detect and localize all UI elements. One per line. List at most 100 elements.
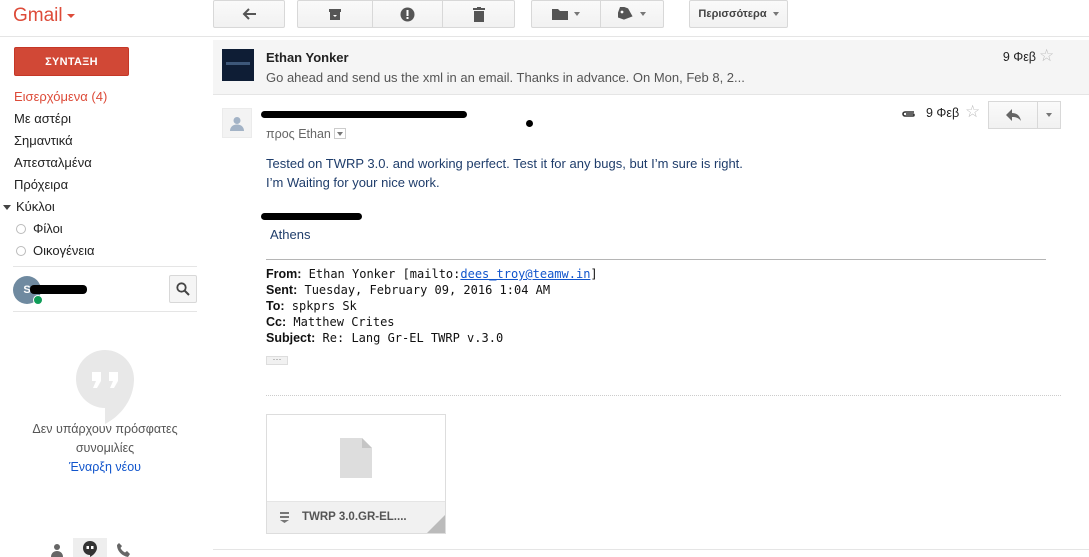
gmail-logo-text: Gmail xyxy=(13,5,63,26)
tab-phone[interactable] xyxy=(107,538,140,557)
reply-button-group xyxy=(988,101,1061,129)
archive-icon xyxy=(329,8,341,20)
hangouts-bubble-icon xyxy=(74,348,136,424)
more-button[interactable]: Περισσότερα xyxy=(689,0,788,28)
compose-button[interactable]: ΣΥΝΤΑΞΗ xyxy=(14,47,129,76)
person-icon xyxy=(50,544,63,557)
document-icon xyxy=(280,512,289,523)
label-icon xyxy=(618,7,633,20)
collapsed-snippet: Go ahead and send us the xml in an email… xyxy=(266,70,745,85)
quoted-to: To: spkprs Sk xyxy=(266,298,598,314)
back-to-inbox-button[interactable] xyxy=(213,0,285,28)
signature-city: Athens xyxy=(270,227,311,242)
from-email-link[interactable]: dees_troy@teamw.in xyxy=(460,267,590,281)
sidebar-item-starred[interactable]: Με αστέρι xyxy=(0,108,200,130)
hangouts-search-button[interactable] xyxy=(169,275,197,303)
file-icon xyxy=(340,438,372,478)
cc-label: Cc: xyxy=(266,315,287,329)
redaction-mark xyxy=(261,213,362,220)
attachment-divider xyxy=(266,395,1061,396)
from-label: From: xyxy=(266,267,302,281)
collapsed-message[interactable]: Ethan Yonker Go ahead and send us the xm… xyxy=(213,40,1089,95)
organize-button-group xyxy=(531,0,664,28)
back-arrow-icon xyxy=(242,8,256,20)
reply-icon xyxy=(1005,109,1021,121)
hangouts-empty-state: Δεν υπάρχουν πρόσφατες συνομιλίες Έναρξη… xyxy=(0,348,210,477)
redaction-mark xyxy=(261,111,467,118)
from-close: ] xyxy=(590,267,598,281)
sent-value: Tuesday, February 09, 2016 1:04 AM xyxy=(304,283,551,297)
sidebar-item-circles[interactable]: Κύκλοι xyxy=(0,196,200,218)
message-body: Tested on TWRP 3.0. and working perfect.… xyxy=(266,154,1066,192)
circles-label: Κύκλοι xyxy=(16,199,55,214)
quoted-from: From: Ethan Yonker [mailto:dees_troy@tea… xyxy=(266,266,598,282)
sidebar-nav: Εισερχόμενα (4) Με αστέρι Σημαντικά Απεσ… xyxy=(0,86,200,262)
show-trimmed-content-button[interactable]: ··· xyxy=(266,355,288,365)
redaction-mark xyxy=(526,120,533,127)
chevron-down-icon xyxy=(66,13,75,18)
sidebar-item-drafts[interactable]: Πρόχειρα xyxy=(0,174,200,196)
tab-contacts[interactable] xyxy=(40,538,73,557)
avatar-glow xyxy=(226,62,250,65)
attachment-preview xyxy=(267,415,445,501)
from-value: Ethan Yonker [mailto: xyxy=(308,267,461,281)
tab-hangouts[interactable] xyxy=(73,538,107,557)
gmail-logo[interactable]: Gmail xyxy=(13,5,75,27)
quoted-cc: Cc: Matthew Crites xyxy=(266,314,598,330)
show-details-button[interactable] xyxy=(333,128,346,139)
message-date: 9 Φεβ xyxy=(926,106,960,120)
redaction-mark xyxy=(30,285,87,294)
folder-icon xyxy=(552,9,568,20)
reply-button[interactable] xyxy=(988,101,1038,129)
sidebar-item-family[interactable]: Οικογένεια xyxy=(0,240,200,262)
star-icon[interactable]: ☆ xyxy=(965,102,980,122)
recipient-line: προς Ethan xyxy=(266,127,346,141)
chevron-down-icon xyxy=(640,12,646,16)
star-icon[interactable]: ☆ xyxy=(1039,46,1054,66)
attachment-filename: TWRP 3.0.GR-EL.... xyxy=(302,511,407,523)
more-actions-button[interactable] xyxy=(1038,101,1061,129)
expand-triangle-icon xyxy=(3,204,11,210)
circle-icon xyxy=(16,224,26,234)
quoted-subject: Subject: Re: Lang Gr-EL TWRP v.3.0 xyxy=(266,330,598,346)
archive-button[interactable] xyxy=(297,0,373,28)
family-label: Οικογένεια xyxy=(33,243,95,258)
top-toolbar: Gmail Περισσότερα xyxy=(0,0,1089,37)
presence-dot xyxy=(33,295,43,305)
corner-fold xyxy=(427,515,445,533)
attachment-card[interactable]: TWRP 3.0.GR-EL.... xyxy=(266,414,446,534)
to-name: Ethan xyxy=(298,127,331,141)
quoted-header: From: Ethan Yonker [mailto:dees_troy@tea… xyxy=(266,266,598,346)
paperclip-icon xyxy=(901,107,917,122)
person-icon xyxy=(230,116,244,131)
bottom-divider xyxy=(213,549,1089,550)
sidebar-item-important[interactable]: Σημαντικά xyxy=(0,130,200,152)
sent-label: Sent: xyxy=(266,283,298,297)
move-to-button[interactable] xyxy=(531,0,601,28)
action-button-group xyxy=(297,0,515,28)
cc-value: Matthew Crites xyxy=(293,315,395,329)
labels-button[interactable] xyxy=(601,0,664,28)
sidebar-item-friends[interactable]: Φίλοι xyxy=(0,218,200,240)
body-line-2: I’m Waiting for your nice work. xyxy=(266,175,440,190)
hangouts-tabs xyxy=(40,538,140,557)
chevron-down-icon xyxy=(772,12,779,16)
quote-divider xyxy=(266,259,1046,260)
quoted-sent: Sent: Tuesday, February 09, 2016 1:04 AM xyxy=(266,282,598,298)
start-new-link[interactable]: Έναρξη νέου xyxy=(0,458,210,477)
more-label: Περισσότερα xyxy=(698,8,767,20)
to-label: To: xyxy=(266,299,285,313)
chevron-down-icon xyxy=(1046,113,1052,117)
sender-avatar xyxy=(222,49,254,81)
sidebar-item-sent[interactable]: Απεσταλμένα xyxy=(0,152,200,174)
hangouts-icon xyxy=(82,541,97,557)
subject-label: Subject: xyxy=(266,331,316,345)
chevron-down-icon xyxy=(574,12,580,16)
delete-button[interactable] xyxy=(443,0,515,28)
sidebar-item-inbox[interactable]: Εισερχόμενα (4) xyxy=(0,86,200,108)
phone-icon xyxy=(116,543,130,557)
hangouts-user-row: S xyxy=(13,266,197,312)
spam-icon xyxy=(400,7,415,21)
report-spam-button[interactable] xyxy=(373,0,443,28)
search-icon xyxy=(176,282,190,296)
